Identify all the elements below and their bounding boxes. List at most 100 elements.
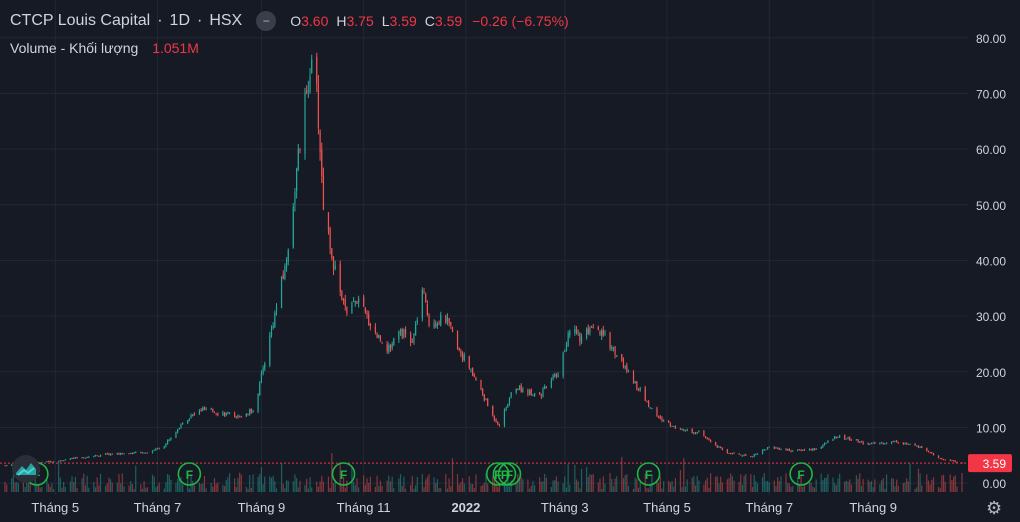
volume-bar — [393, 488, 395, 492]
candle-body — [158, 448, 160, 450]
volume-bar — [709, 473, 712, 492]
time-tick-label: Tháng 3 — [541, 500, 589, 515]
volume-bar — [130, 481, 132, 492]
volume-bar — [740, 474, 742, 492]
candle-body — [53, 461, 55, 463]
volume-bar — [880, 480, 883, 492]
price-tick-label: 40.00 — [976, 254, 1006, 268]
interval-label[interactable]: 1D — [170, 12, 190, 30]
candle-body — [673, 426, 675, 428]
volume-bar — [733, 480, 735, 492]
candle-body — [552, 375, 554, 380]
candle-body — [777, 447, 779, 449]
candle-body — [515, 388, 517, 393]
candle-body — [614, 346, 616, 356]
candle-body — [282, 274, 284, 279]
candle-body — [460, 351, 462, 355]
volume-label: Volume - Khối lượng — [10, 40, 139, 56]
volume-bar — [74, 476, 76, 492]
volume-bar — [917, 468, 920, 492]
candle-body — [914, 443, 916, 446]
symbol-legend[interactable]: CTCP Louis Capital · 1D · HSX − O 3.60 H3… — [10, 11, 569, 31]
volume-bar — [155, 487, 157, 492]
candle-body — [730, 453, 732, 455]
volume-bar — [401, 485, 403, 492]
volume-bar — [460, 482, 462, 492]
symbol-name[interactable]: CTCP Louis Capital — [10, 12, 150, 30]
candle-body — [275, 306, 278, 311]
candle-body — [741, 455, 744, 457]
candle-body — [227, 412, 229, 414]
volume-bar — [366, 478, 368, 492]
volume-bar — [227, 477, 229, 492]
volume-bar — [550, 487, 552, 492]
event-marker[interactable]: F — [636, 462, 661, 486]
candle-body — [363, 296, 365, 307]
volume-bar — [557, 481, 559, 492]
price-chart[interactable]: FFFFFFFF 80.0070.0060.0050.0040.0030.002… — [0, 0, 1020, 522]
candle-body — [88, 456, 90, 458]
event-marker[interactable]: F — [789, 462, 813, 486]
candle-body — [651, 408, 653, 410]
event-marker[interactable]: F — [331, 462, 356, 486]
candle-body — [839, 435, 841, 437]
candle-body — [612, 347, 614, 349]
volume-bar — [27, 481, 30, 492]
volume-bar — [663, 481, 665, 492]
time-axis[interactable]: Tháng 5 Tháng 7 Tháng 9 Tháng 11 2022 Tháng 3… — [31, 500, 897, 515]
candle-body — [448, 318, 450, 324]
volume-bar — [118, 474, 120, 492]
volume-bar — [4, 481, 6, 492]
volume-bar — [480, 485, 482, 492]
candle-body — [346, 306, 348, 314]
candle-body — [316, 56, 318, 84]
candle-body — [554, 375, 556, 377]
candle-body — [681, 428, 683, 430]
settings-gear-icon[interactable]: ⚙ — [986, 498, 1002, 519]
candle-body — [297, 148, 299, 170]
candle-body — [378, 334, 380, 338]
volume-bar — [897, 485, 899, 492]
remove-icon[interactable]: − — [256, 11, 277, 31]
candle-body — [575, 329, 578, 334]
volume-bar — [927, 480, 930, 492]
volume-bar — [14, 482, 16, 492]
candle-body — [245, 413, 247, 417]
candle-body — [632, 371, 635, 384]
volume-bar — [177, 479, 179, 492]
open-label: O — [290, 13, 302, 29]
candle-body — [589, 328, 591, 334]
candle-body — [436, 323, 439, 327]
volume-legend[interactable]: Volume - Khối lượng 1.051M — [10, 40, 199, 56]
candle-body — [530, 389, 532, 396]
volume-bar — [425, 479, 427, 492]
candle-body — [703, 430, 705, 436]
candle-body — [69, 458, 71, 460]
volume-bar — [22, 481, 25, 492]
volume-bar — [234, 478, 236, 492]
volume-bar — [530, 485, 532, 492]
candle-body — [949, 459, 951, 461]
candle-body — [332, 257, 335, 270]
volume-bar — [798, 485, 801, 492]
candle-body — [726, 449, 728, 453]
candle-body — [765, 449, 767, 451]
candle-body — [674, 426, 677, 429]
volume-bar — [954, 475, 956, 492]
candle-body — [917, 445, 920, 448]
volume-bar — [768, 482, 770, 492]
volume-bar — [639, 482, 641, 492]
candle-body — [165, 443, 167, 447]
candle-body — [274, 312, 276, 328]
volume-bar — [299, 480, 301, 492]
volume-value: 1.051M — [152, 40, 199, 56]
candle-body — [944, 459, 946, 461]
volume-bar — [497, 486, 499, 492]
candle-body — [93, 455, 95, 457]
price-axis[interactable]: 80.00 70.00 60.00 50.00 40.00 30.00 20.00 10.00… — [976, 32, 1006, 491]
candle-body — [599, 330, 601, 335]
volume-bar — [775, 485, 777, 492]
candle-body — [579, 332, 581, 343]
candle-body — [907, 443, 909, 445]
event-marker[interactable]: F — [177, 462, 202, 486]
